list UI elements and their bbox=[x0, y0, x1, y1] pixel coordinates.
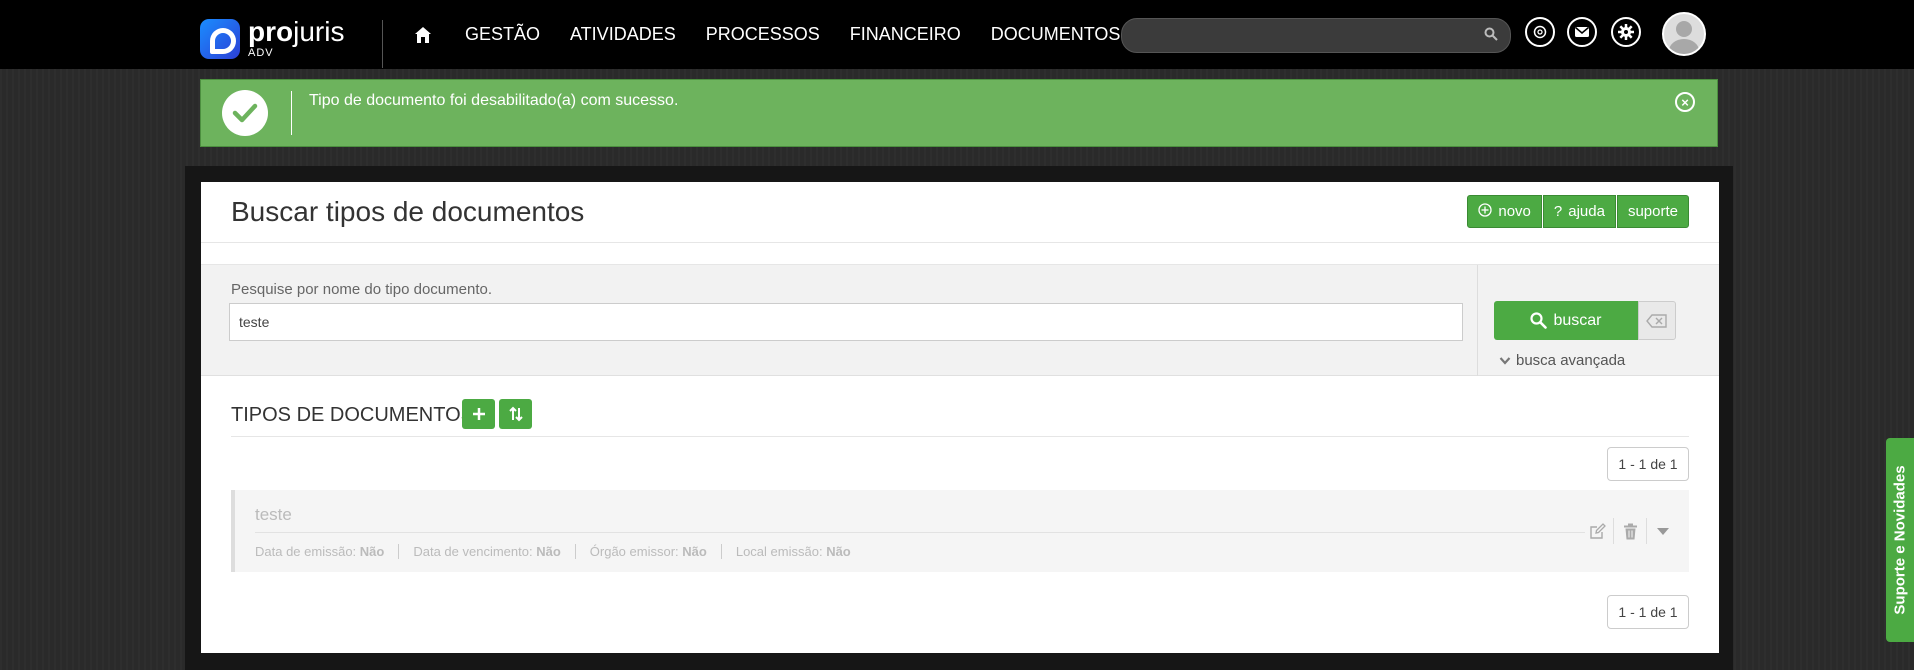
support-news-label: Suporte e Novidades bbox=[1891, 465, 1909, 615]
home-icon[interactable] bbox=[412, 24, 434, 46]
ajuda-label: ajuda bbox=[1568, 203, 1605, 220]
novo-label: novo bbox=[1498, 203, 1531, 220]
list-item-meta: Data de emissão: Não Data de vencimento:… bbox=[255, 544, 865, 559]
list-item[interactable]: teste Data de emissão: Não Data de venci… bbox=[231, 490, 1689, 572]
nav-item-gestao[interactable]: GESTÃO bbox=[465, 24, 540, 45]
buscar-label: buscar bbox=[1553, 311, 1602, 329]
buscar-button[interactable]: buscar bbox=[1494, 301, 1638, 340]
advanced-search-label: busca avançada bbox=[1516, 352, 1626, 369]
ai-assistant-icon[interactable] bbox=[1525, 17, 1555, 47]
search-label: Pesquise por nome do tipo documento. bbox=[231, 281, 492, 298]
chevron-down-icon bbox=[1499, 357, 1511, 365]
close-icon[interactable]: × bbox=[1675, 92, 1695, 112]
backspace-icon bbox=[1646, 313, 1667, 328]
projuris-logo[interactable]: projuris ADV bbox=[200, 18, 344, 59]
list-item-divider bbox=[255, 532, 1585, 533]
search-input[interactable] bbox=[229, 303, 1463, 341]
success-alert: Tipo de documento foi desabilitado(a) co… bbox=[200, 79, 1718, 147]
header-button-group: novo ? ajuda suporte bbox=[1466, 195, 1689, 228]
mail-icon[interactable] bbox=[1567, 17, 1597, 47]
plus-icon bbox=[472, 408, 485, 420]
meta-local-emissao: Local emissão: Não bbox=[720, 544, 865, 559]
list-item-actions bbox=[1581, 518, 1679, 544]
nav-item-financeiro[interactable]: FINANCEIRO bbox=[850, 24, 961, 45]
alert-divider bbox=[291, 91, 292, 135]
alert-message: Tipo de documento foi desabilitado(a) co… bbox=[309, 92, 679, 109]
search-area: Pesquise por nome do tipo documento. bus… bbox=[201, 264, 1719, 376]
section-divider bbox=[231, 436, 1689, 437]
pager-bottom: 1 - 1 de 1 bbox=[1607, 595, 1689, 629]
page-title: Buscar tipos de documentos bbox=[231, 196, 585, 227]
global-search-input[interactable] bbox=[1121, 18, 1511, 53]
caret-down-icon[interactable] bbox=[1646, 518, 1679, 544]
gear-icon[interactable] bbox=[1611, 17, 1641, 47]
support-news-tab[interactable]: Suporte e Novidades bbox=[1886, 438, 1914, 642]
novo-button[interactable]: novo bbox=[1467, 195, 1542, 228]
top-navbar: projuris ADV GESTÃO ATIVIDADES PROCESSOS… bbox=[0, 0, 1914, 69]
edit-icon[interactable] bbox=[1581, 518, 1613, 544]
suporte-label: suporte bbox=[1627, 203, 1678, 220]
sort-button[interactable] bbox=[499, 399, 532, 429]
main-nav: GESTÃO ATIVIDADES PROCESSOS FINANCEIRO D… bbox=[412, 0, 1135, 69]
projuris-logo-mark bbox=[200, 18, 240, 59]
nav-item-atividades[interactable]: ATIVIDADES bbox=[570, 24, 676, 45]
user-avatar[interactable] bbox=[1662, 12, 1706, 56]
check-icon bbox=[222, 90, 268, 136]
meta-orgao-emissor: Órgão emissor: Não bbox=[574, 544, 721, 559]
search-icon[interactable] bbox=[1484, 27, 1498, 46]
nav-item-documentos[interactable]: DOCUMENTOS bbox=[991, 24, 1121, 45]
logo-subtitle: ADV bbox=[248, 47, 274, 59]
search-divider bbox=[1477, 265, 1478, 376]
meta-data-emissao: Data de emissão: Não bbox=[255, 544, 385, 559]
question-icon: ? bbox=[1553, 203, 1563, 220]
suporte-button[interactable]: suporte bbox=[1616, 195, 1689, 228]
plus-circle-icon bbox=[1478, 202, 1493, 221]
title-divider bbox=[201, 242, 1719, 243]
sort-icon bbox=[508, 406, 523, 422]
ajuda-button[interactable]: ? ajuda bbox=[1542, 195, 1616, 228]
advanced-search-link[interactable]: busca avançada bbox=[1499, 352, 1625, 369]
meta-data-vencimento: Data de vencimento: Não bbox=[398, 544, 574, 559]
list-item-name: teste bbox=[255, 505, 292, 524]
search-icon bbox=[1530, 312, 1548, 329]
logo-name: projuris bbox=[248, 16, 345, 47]
nav-item-processos[interactable]: PROCESSOS bbox=[706, 24, 820, 45]
nav-divider bbox=[382, 20, 383, 68]
section-title: TIPOS DE DOCUMENTOS bbox=[231, 404, 474, 426]
add-button[interactable] bbox=[462, 399, 495, 429]
clear-search-button[interactable] bbox=[1638, 301, 1676, 340]
main-panel: Buscar tipos de documentos novo ? ajuda … bbox=[201, 182, 1719, 653]
trash-icon[interactable] bbox=[1613, 518, 1646, 544]
pager-top: 1 - 1 de 1 bbox=[1607, 447, 1689, 481]
